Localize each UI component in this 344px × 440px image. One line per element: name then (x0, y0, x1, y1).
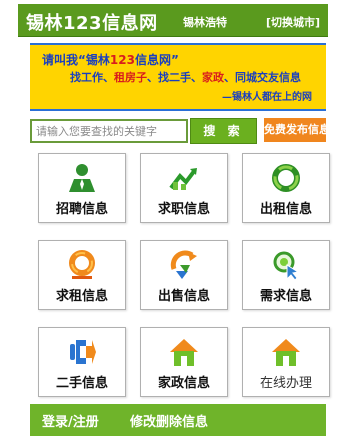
header-bar: 锡林123信息网 锡林浩特 [切换城市] (18, 4, 328, 37)
house-icon (272, 339, 300, 366)
tile-label: 家政信息 (157, 376, 210, 391)
tile-demand[interactable]: 需求信息 (242, 240, 330, 310)
banner-services: 找工作、租房子、找二手、家政、同城交友信息 (70, 71, 301, 84)
tile-rent-wanted[interactable]: 求租信息 (38, 240, 126, 310)
tile-second-hand[interactable]: 二手信息 (38, 327, 126, 397)
tile-online-service[interactable]: 在线办理 (242, 327, 330, 397)
tile-rent-out[interactable]: 出租信息 (242, 153, 330, 223)
tile-housekeeping[interactable]: 家政信息 (140, 327, 228, 397)
footer-bar: 登录/注册 修改删除信息 (30, 404, 326, 436)
tile-label: 需求信息 (259, 289, 312, 304)
job-seeker-icon (169, 168, 197, 190)
search-cursor-icon (273, 251, 300, 281)
green-ring-icon (272, 164, 300, 192)
login-register-link[interactable]: 登录/注册 (42, 411, 99, 430)
sale-arrow-icon (170, 250, 197, 279)
site-name[interactable]: 锡林123信息网 (26, 9, 158, 35)
recycle-hands-icon (70, 340, 96, 364)
tile-label: 出售信息 (157, 289, 210, 304)
tile-label: 在线办理 (259, 376, 312, 391)
tile-label: 出租信息 (259, 202, 312, 217)
tile-label: 招聘信息 (55, 202, 108, 217)
switch-city-link[interactable]: [切换城市] (266, 14, 320, 30)
tile-label: 求职信息 (157, 202, 210, 217)
house-icon (170, 339, 198, 366)
tile-job-seeking[interactable]: 求职信息 (140, 153, 228, 223)
edit-delete-info-link[interactable]: 修改删除信息 (130, 411, 208, 430)
search-button[interactable]: 搜 索 (190, 118, 257, 144)
banner-slogan: 请叫我“锡林123信息网” (42, 53, 179, 67)
publish-free-button[interactable]: 免费发布信息 (264, 118, 326, 142)
current-region: 锡林浩特 (183, 16, 227, 29)
tile-label: 二手信息 (55, 376, 108, 391)
promo-banner: 请叫我“锡林123信息网” 找工作、租房子、找二手、家政、同城交友信息 —锡林人… (30, 43, 326, 111)
tile-label: 求租信息 (55, 289, 108, 304)
orange-ring-icon (69, 250, 95, 279)
tile-recruit[interactable]: 招聘信息 (38, 153, 126, 223)
recruit-person-icon (69, 164, 95, 192)
tile-for-sale[interactable]: 出售信息 (140, 240, 228, 310)
banner-tagline: —锡林人都在上的网 (222, 92, 312, 103)
search-input[interactable] (30, 119, 188, 143)
